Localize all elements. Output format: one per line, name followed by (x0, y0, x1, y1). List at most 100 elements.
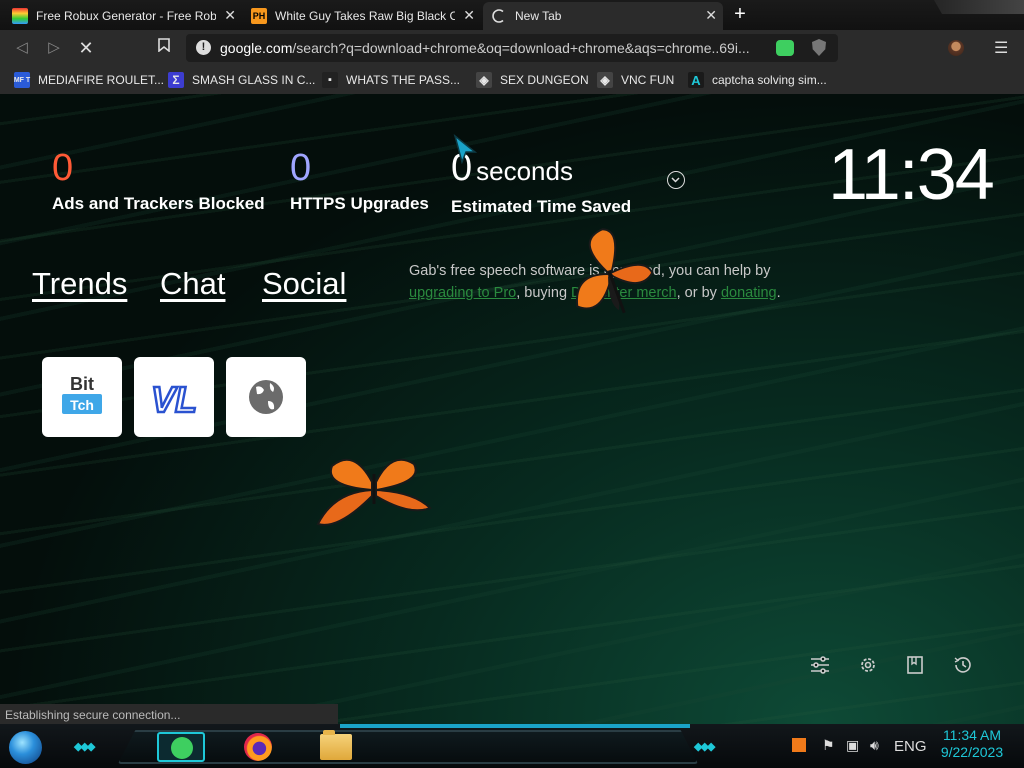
url-host: google.com (220, 40, 293, 56)
bookmark-label: MEDIAFIRE ROULET... (38, 73, 165, 87)
volume-icon[interactable]: 🔊︎ (870, 737, 879, 754)
taskbar-time: 11:34 AM (942, 727, 1002, 743)
bookmark-label: VNC FUN (621, 73, 675, 87)
butterfly-image (316, 458, 432, 526)
spotify-icon (171, 737, 193, 759)
extension-green-icon[interactable] (776, 40, 794, 56)
window-frame-decoration (934, 0, 1024, 14)
close-tab-icon[interactable]: ✕ (705, 7, 717, 24)
svg-text:Tch: Tch (70, 397, 94, 413)
bookmark-label: captcha solving sim... (712, 73, 827, 87)
bookmark-icon[interactable] (154, 38, 174, 58)
clock: 11:34 (828, 135, 995, 215)
bookmark-item[interactable]: MF T MEDIAFIRE ROULET... (14, 72, 164, 88)
tray-app-icon[interactable] (792, 738, 806, 752)
bookmarks-bar: MF T MEDIAFIRE ROULET... Σ SMASH GLASS I… (0, 66, 1024, 94)
upgrade-pro-link[interactable]: upgrading to Pro (409, 285, 516, 301)
butterfly-image (575, 228, 654, 314)
close-tab-icon[interactable]: ✕ (224, 7, 236, 24)
taskbar: ◆◆◆ ◆◆◆ ⚑ ▣ 🔊︎ ENG 11:34 AM 9/22/2023 (0, 724, 1024, 768)
decorative-chevrons: ◆◆◆ (694, 741, 715, 753)
site-info-icon[interactable]: ! (196, 40, 211, 55)
globe-tile[interactable] (226, 357, 306, 437)
taskbar-accent-line (340, 724, 690, 728)
taskbar-clock[interactable]: 11:34 AM 9/22/2023 (937, 727, 1007, 761)
bookmark-item[interactable]: Σ SMASH GLASS IN C... (168, 72, 315, 88)
new-tab-button[interactable]: + (730, 4, 750, 25)
language-indicator[interactable]: ENG (894, 738, 927, 755)
tab-strip: Free Robux Generator - Free Robux ✕ PH W… (0, 0, 1024, 30)
loading-spinner-icon (491, 8, 507, 24)
url-path: /search?q=download+chrome&oq=download+ch… (292, 40, 750, 56)
vl-icon: VL (150, 378, 199, 422)
network-icon[interactable]: ▣ (846, 737, 859, 754)
lock-icon: ▪ (322, 72, 338, 88)
svg-text:VL: VL (151, 379, 197, 420)
stat-label: Estimated Time Saved (451, 197, 632, 216)
decorative-chevrons: ◆◆◆ (74, 741, 95, 753)
bookmark-item[interactable]: ◈ VNC FUN (597, 72, 674, 88)
mf-icon: MF T (14, 72, 30, 88)
settings-gear-icon[interactable] (857, 654, 879, 676)
cube-icon: ◈ (476, 72, 492, 88)
stat-time-saved: 0 seconds Estimated Time Saved (451, 146, 631, 217)
profile-avatar[interactable] (948, 40, 964, 56)
status-bubble: Establishing secure connection... (0, 704, 338, 726)
stop-loading-icon[interactable]: ✕ (76, 38, 96, 58)
url-text[interactable]: google.com/search?q=download+chrome&oq=d… (220, 40, 765, 56)
tab-title: White Guy Takes Raw Big Black Co (275, 9, 455, 23)
customize-sliders-icon[interactable] (809, 654, 831, 676)
bookmark-item[interactable]: A captcha solving sim... (688, 72, 827, 88)
tab-robux[interactable]: Free Robux Generator - Free Robux ✕ (4, 2, 242, 30)
bookmark-label: SMASH GLASS IN C... (192, 73, 316, 87)
rainbow-favicon-icon (12, 8, 28, 24)
browser-toolbar: ◁ ▷ ✕ ! google.com/search?q=download+chr… (0, 30, 1024, 66)
stat-ads-blocked: 0 Ads and Trackers Blocked (52, 146, 265, 214)
trends-link[interactable]: Trends (32, 266, 127, 302)
back-icon[interactable]: ◁ (12, 38, 32, 58)
gear-cube-icon: ◈ (597, 72, 613, 88)
social-link[interactable]: Social (262, 266, 346, 302)
bookmark-label: SEX DUNGEON (500, 73, 589, 87)
chat-link[interactable]: Chat (160, 266, 225, 302)
taskbar-frame (118, 730, 698, 764)
donating-link[interactable]: donating (721, 285, 777, 301)
tab-new-tab[interactable]: New Tab ✕ (483, 2, 723, 30)
menu-icon[interactable]: ☰ (994, 38, 1008, 58)
gab-text: . (776, 285, 781, 301)
history-icon[interactable] (952, 654, 974, 676)
ph-favicon-icon: PH (251, 8, 267, 24)
vl-tile[interactable]: VL (134, 357, 214, 437)
shield-icon[interactable] (812, 39, 826, 56)
address-bar[interactable]: ! google.com/search?q=download+chrome&oq… (186, 34, 838, 62)
file-explorer-taskbar-button[interactable] (320, 730, 352, 760)
chevron-down-icon[interactable] (667, 171, 685, 189)
stat-unit: seconds (476, 156, 573, 186)
taskbar-date: 9/22/2023 (940, 744, 1004, 760)
tab-title: Free Robux Generator - Free Robux (36, 9, 216, 23)
stat-label: Ads and Trackers Blocked (52, 194, 265, 213)
bitchute-icon: Bit Tch (62, 374, 102, 414)
bookmark-item[interactable]: ▪ WHATS THE PASS... (322, 72, 460, 88)
flag-icon[interactable]: ⚑ (822, 737, 835, 754)
svg-text:Bit: Bit (70, 374, 94, 394)
sigma-icon: Σ (168, 72, 184, 88)
bookmarks-icon[interactable] (904, 654, 926, 676)
stat-value: 0 (52, 147, 74, 189)
mouse-cursor-icon (453, 134, 477, 164)
new-tab-page: 0 Ads and Trackers Blocked 0 HTTPS Upgra… (0, 94, 1024, 724)
close-tab-icon[interactable]: ✕ (463, 7, 475, 24)
globe-icon (249, 380, 283, 414)
bookmark-item[interactable]: ◈ SEX DUNGEON (476, 72, 589, 88)
spotify-taskbar-button[interactable] (157, 732, 205, 762)
a-icon: A (688, 72, 704, 88)
stat-https-upgrades: 0 HTTPS Upgrades (290, 146, 429, 214)
start-orb-button[interactable] (9, 731, 42, 764)
gab-text: , or by (676, 285, 721, 301)
bookmark-label: WHATS THE PASS... (346, 73, 461, 87)
stat-label: HTTPS Upgrades (290, 194, 429, 213)
tab-ph[interactable]: PH White Guy Takes Raw Big Black Co ✕ (243, 2, 481, 30)
firefox-taskbar-button[interactable] (244, 733, 272, 761)
bitchute-tile[interactable]: Bit Tch (42, 357, 122, 437)
forward-icon[interactable]: ▷ (44, 38, 64, 58)
